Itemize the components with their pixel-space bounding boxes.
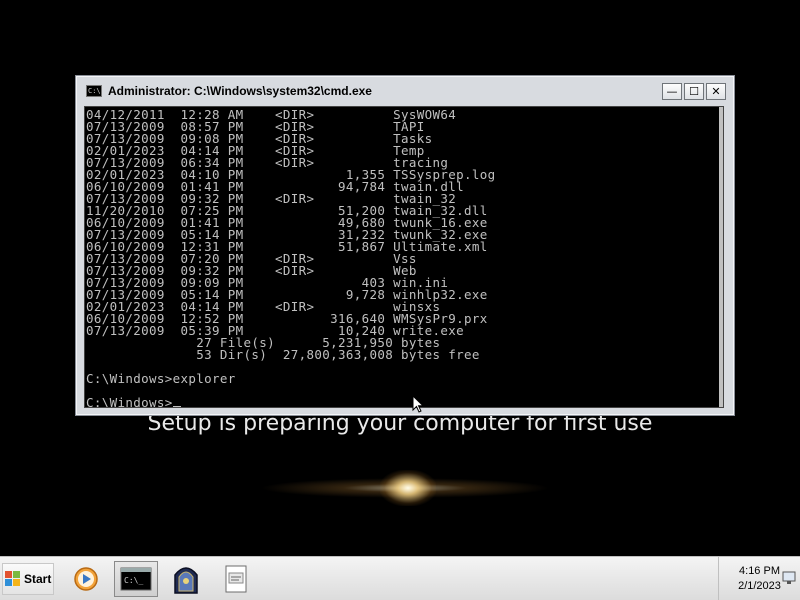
command-prompt-icon: C:\_ — [120, 567, 152, 591]
network-icon[interactable] — [782, 571, 796, 585]
taskbar-document[interactable] — [214, 561, 258, 597]
light-glow-core — [380, 470, 436, 506]
setup-arch-icon — [174, 567, 198, 594]
document-icon — [225, 565, 247, 593]
console-prompt-line[interactable]: C:\Windows> — [86, 395, 723, 408]
taskbar-setup[interactable] — [164, 561, 208, 597]
console-line: C:\Windows>explorer — [86, 371, 236, 386]
taskbar-media-player[interactable] — [64, 561, 108, 597]
media-player-icon — [74, 567, 98, 591]
taskbar: Start C:\_ 4:16 PM 2/1/2023 — [0, 556, 800, 600]
maximize-button[interactable]: ☐ — [684, 83, 704, 100]
console-scrollbar[interactable] — [719, 107, 723, 407]
text-cursor — [172, 406, 181, 407]
mouse-pointer-icon — [412, 395, 425, 413]
console-line: 53 Dir(s) 27,800,363,008 bytes free — [86, 347, 480, 362]
start-button[interactable]: Start — [2, 563, 54, 595]
cmd-window-icon[interactable]: C:\ — [86, 85, 102, 97]
console-output[interactable]: 04/12/2011 12:28 AM <DIR> SysWOW64 07/13/… — [84, 106, 724, 408]
windows-flag-icon — [5, 571, 21, 587]
cmd-window[interactable]: C:\ Administrator: C:\Windows\system32\c… — [75, 75, 735, 416]
window-title: Administrator: C:\Windows\system32\cmd.e… — [108, 84, 372, 98]
close-button[interactable]: ✕ — [706, 83, 726, 100]
svg-text:C:\_: C:\_ — [124, 576, 143, 585]
minimize-button[interactable]: — — [662, 83, 682, 100]
start-label: Start — [24, 572, 52, 586]
console-prompt: C:\Windows> — [86, 395, 173, 408]
taskbar-cmd[interactable]: C:\_ — [114, 561, 158, 597]
title-bar[interactable]: C:\ Administrator: C:\Windows\system32\c… — [78, 78, 732, 104]
